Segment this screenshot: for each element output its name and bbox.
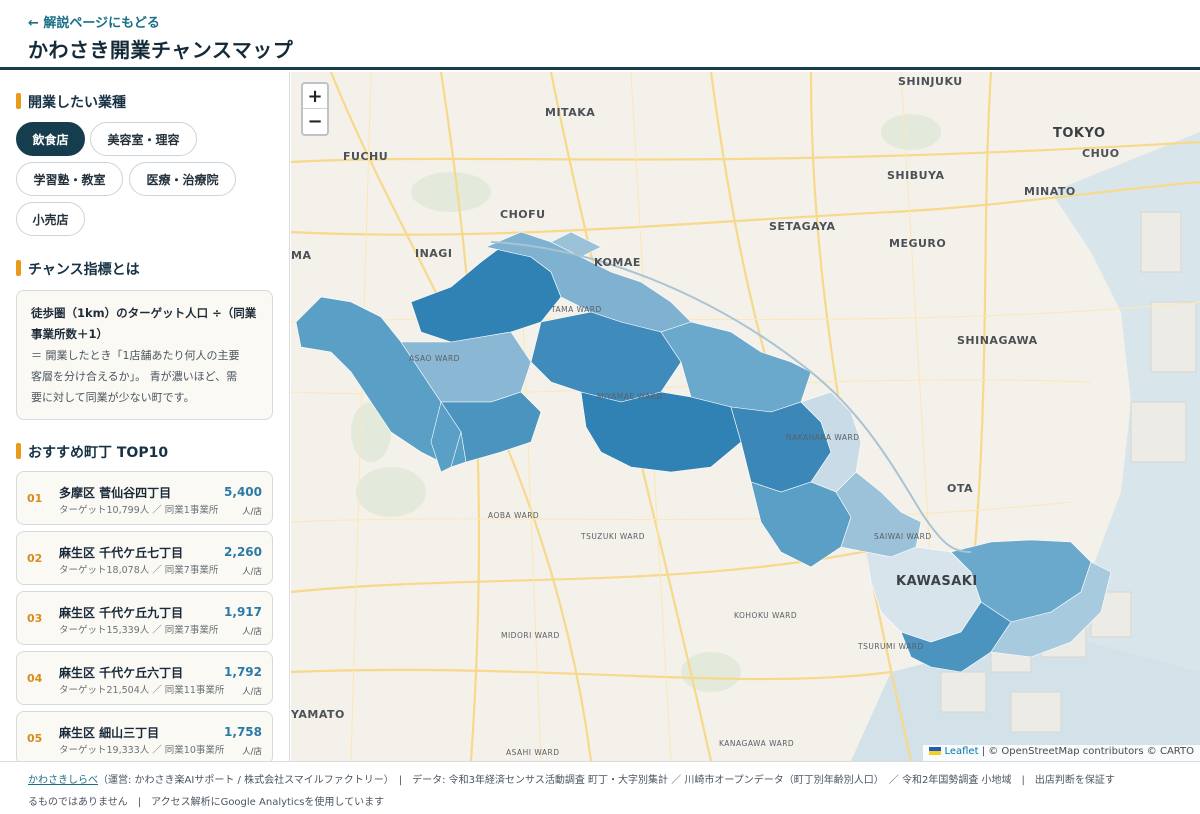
index-formula-line2: 事業所数＋1） [31, 327, 109, 341]
map-label-asahi-ward: ASAHI WARD [506, 748, 560, 757]
ranking-card[interactable]: 03 麻生区 千代ケ丘九丁目 ターゲット15,339人 ／ 同業7事業所 1,9… [16, 591, 273, 645]
map-label-chofu: CHOFU [500, 208, 546, 221]
map-label-ota: OTA [947, 482, 974, 495]
map-label-saiwai-ward: SAIWAI WARD [874, 532, 932, 541]
map-label-shinjuku: SHINJUKU [898, 75, 963, 88]
header: ← 解説ページにもどる かわさき開業チャンスマップ [0, 0, 1200, 70]
map-attribution: Leaflet | © OpenStreetMap contributors ©… [923, 745, 1200, 761]
map-label-tsuzuki-ward: TSUZUKI WARD [581, 532, 645, 541]
ranking-card[interactable]: 05 麻生区 細山三丁目 ターゲット19,333人 ／ 同業10事業所 1,75… [16, 711, 273, 761]
ranking-card[interactable]: 04 麻生区 千代ケ丘六丁目 ターゲット21,504人 ／ 同業11事業所 1,… [16, 651, 273, 705]
rank-unit: 人/店 [242, 687, 262, 697]
ranking-card[interactable]: 02 麻生区 千代ケ丘七丁目 ターゲット18,078人 ／ 同業7事業所 2,2… [16, 531, 273, 585]
rank-town-name: 麻生区 千代ケ丘六丁目 [59, 666, 184, 680]
ukraine-flag-icon [929, 747, 942, 755]
map-label-kohoku-ward: KOHOKU WARD [734, 611, 798, 620]
map-label-ma: MA [291, 249, 312, 262]
map-label-inagi: INAGI [415, 247, 453, 260]
zoom-control: + − [301, 82, 329, 136]
rank-town-name: 麻生区 千代ケ丘七丁目 [59, 546, 184, 560]
page-title: かわさき開業チャンスマップ [28, 38, 294, 62]
business-section-title: 開業したい業種 [16, 92, 126, 112]
map-label-chuo: CHUO [1082, 147, 1120, 160]
index-section-title: チャンス指標とは [16, 259, 140, 279]
map-label-yamato: YAMATO [291, 708, 345, 721]
map-label-fuchu: FUCHU [343, 150, 389, 163]
map-label-midori-ward: MIDORI WARD [501, 631, 560, 640]
map-label-shibuya: SHIBUYA [887, 169, 945, 182]
rank-number: 02 [27, 552, 43, 565]
index-text-line3: 要に対して同業が少ない町です。 [31, 391, 195, 404]
footer-credits: （運営: かわさき楽AIサポート / 株式会社スマイルファクトリー） | データ… [98, 775, 1115, 786]
leaflet-link[interactable]: Leaflet [944, 746, 978, 757]
rank-detail: ターゲット15,339人 ／ 同業7事業所 [59, 625, 219, 636]
index-formula-line1: 徒歩圏（1km）のターゲット人口 ÷（同業 [31, 306, 257, 320]
map-label-meguro: MEGURO [889, 237, 947, 250]
miyamae-south [580, 391, 742, 473]
map-label-komae: KOMAE [594, 256, 641, 269]
chip-cram-school[interactable]: 学習塾・教室 [16, 162, 123, 196]
footer: かわさきしらべ（運営: かわさき楽AIサポート / 株式会社スマイルファクトリー… [0, 761, 1200, 814]
rank-detail: ターゲット10,799人 ／ 同業1事業所 [59, 505, 219, 516]
back-link[interactable]: ← 解説ページにもどる [28, 12, 160, 31]
map-label-aoba-ward: AOBA WARD [488, 511, 540, 520]
rank-score: 1,917 [224, 605, 262, 619]
zoom-out-button[interactable]: − [303, 109, 327, 134]
rank-score: 1,792 [224, 665, 262, 679]
kawasaki-choropleth [295, 231, 1112, 673]
footer-brand-link[interactable]: かわさきしらべ [28, 775, 98, 786]
index-explanation: 徒歩圏（1km）のターゲット人口 ÷（同業 事業所数＋1） ＝ 開業したとき「1… [16, 290, 273, 420]
index-text-line2: 客層を分け合えるか」。 青が濃いほど、需 [31, 370, 238, 383]
chip-retail[interactable]: 小売店 [16, 202, 85, 236]
chip-restaurant[interactable]: 飲食店 [16, 122, 85, 156]
rank-unit: 人/店 [242, 507, 262, 517]
sidebar: 開業したい業種 飲食店 美容室・理容 学習塾・教室 医療・治療院 小売店 チャン… [0, 72, 290, 761]
map-label-kanagawa-ward: KANAGAWA WARD [719, 739, 795, 748]
map-label-nakahara-ward: NAKAHARA WARD [786, 433, 860, 442]
rank-number: 03 [27, 612, 43, 625]
chip-beauty-salon[interactable]: 美容室・理容 [90, 122, 197, 156]
rank-detail: ターゲット18,078人 ／ 同業7事業所 [59, 565, 219, 576]
map-label-mitaka: MITAKA [545, 106, 596, 119]
nakahara-south [750, 481, 852, 568]
rank-detail: ターゲット21,504人 ／ 同業11事業所 [59, 685, 225, 696]
map-label-kawasaki: KAWASAKI [896, 574, 978, 589]
index-text-line1: ＝ 開業したとき「1店舗あたり何人の主要 [31, 349, 240, 362]
rank-unit: 人/店 [242, 747, 262, 757]
map-label-setagaya: SETAGAYA [769, 220, 836, 233]
map-view[interactable]: + − SHINJUKU MITAKA TOKYO CHUO FUCHU SHI… [291, 72, 1200, 761]
rank-score: 5,400 [224, 485, 262, 499]
chip-medical[interactable]: 医療・治療院 [129, 162, 236, 196]
map-label-asao-ward: ASAO WARD [409, 354, 460, 363]
map-label-minato: MINATO [1024, 185, 1076, 198]
footer-line1: かわさきしらべ（運営: かわさき楽AIサポート / 株式会社スマイルファクトリー… [28, 770, 1172, 792]
rank-town-name: 多摩区 菅仙谷四丁目 [59, 486, 172, 500]
rank-number: 01 [27, 492, 43, 505]
rank-score: 2,260 [224, 545, 262, 559]
footer-line2: るものではありません | アクセス解析にGoogle Analyticsを使用し… [28, 797, 385, 808]
ranking-section-title: おすすめ町丁 TOP10 [16, 442, 168, 462]
map-label-tama-ward: TAMA WARD [551, 305, 602, 314]
map-label-miyamae-ward: MIYAMAE WARD [597, 392, 663, 401]
zoom-in-button[interactable]: + [303, 84, 327, 109]
rank-score: 1,758 [224, 725, 262, 739]
rank-town-name: 麻生区 千代ケ丘九丁目 [59, 606, 184, 620]
attribution-text: | © OpenStreetMap contributors © CARTO [978, 746, 1194, 757]
ranking-card[interactable]: 01 多摩区 菅仙谷四丁目 ターゲット10,799人 ／ 同業1事業所 5,40… [16, 471, 273, 525]
rank-town-name: 麻生区 細山三丁目 [59, 726, 160, 740]
rank-detail: ターゲット19,333人 ／ 同業10事業所 [59, 745, 225, 756]
rank-number: 04 [27, 672, 43, 685]
map-label-shinagawa: SHINAGAWA [957, 334, 1038, 347]
rank-number: 05 [27, 732, 43, 745]
rank-unit: 人/店 [242, 567, 262, 577]
map-canvas [291, 72, 1200, 761]
map-label-tokyo: TOKYO [1053, 126, 1106, 141]
rank-unit: 人/店 [242, 627, 262, 637]
map-label-tsurumi-ward: TSURUMI WARD [858, 642, 924, 651]
